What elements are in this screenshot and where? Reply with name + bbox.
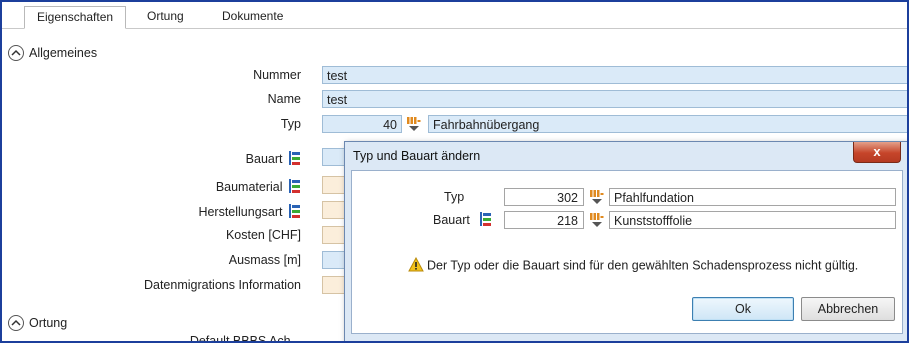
label-datenmigration: Datenmigrations Information: [143, 278, 301, 292]
name-field[interactable]: test: [322, 90, 907, 108]
dialog-bauart-name-field[interactable]: Kunststofffolie: [609, 211, 896, 229]
dialog-typ-code-field[interactable]: 302: [504, 188, 584, 206]
tree-icon[interactable]: [289, 203, 301, 222]
section-ortung-label: Ortung: [29, 316, 68, 330]
dialog-typ-label: Typ: [444, 190, 465, 204]
tree-icon[interactable]: [480, 211, 492, 230]
change-type-dialog: Typ und Bauart ändern x Typ 302 Pfahlfun…: [344, 141, 907, 341]
chevron-up-icon[interactable]: [8, 314, 24, 331]
label-herstellungsart: Herstellungsart: [198, 203, 301, 222]
label-bauart: Bauart: [246, 150, 301, 169]
label-typ: Typ: [280, 117, 301, 131]
section-allgemeines-label: Allgemeines: [29, 46, 98, 60]
properties-window: Eigenschaften Ortung Dokumente Allgemein…: [0, 0, 909, 343]
tree-icon[interactable]: [289, 178, 301, 197]
tab-eigenschaften[interactable]: Eigenschaften: [24, 6, 127, 29]
dialog-body: Typ 302 Pfahlfundation Bauart 218 Kunsts…: [351, 170, 903, 334]
label-default-bbbs: Default BBBS Ach...: [189, 334, 301, 343]
dialog-bauart-code-field[interactable]: 218: [504, 211, 584, 229]
tree-icon[interactable]: [289, 150, 301, 169]
ok-button[interactable]: Ok: [692, 297, 794, 321]
typ-code-field[interactable]: 40: [322, 115, 402, 133]
section-allgemeines-header[interactable]: Allgemeines: [8, 43, 97, 63]
warning-text: Der Typ oder die Bauart sind für den gew…: [427, 258, 859, 273]
close-icon: x: [873, 144, 881, 159]
tab-dokumente[interactable]: Dokumente: [210, 6, 295, 27]
label-name: Name: [267, 92, 301, 106]
cancel-button[interactable]: Abbrechen: [801, 297, 895, 321]
typ-name-field[interactable]: Fahrbahnübergang: [428, 115, 907, 133]
label-nummer: Nummer: [253, 68, 301, 82]
tab-bar: Eigenschaften Ortung Dokumente: [2, 2, 907, 29]
dropdown-picker-icon[interactable]: [589, 189, 605, 208]
dropdown-picker-icon[interactable]: [589, 212, 605, 231]
section-ortung-header[interactable]: Ortung: [8, 313, 67, 333]
chevron-up-icon[interactable]: [8, 44, 24, 61]
dropdown-picker-icon[interactable]: [406, 116, 422, 135]
label-kosten: Kosten [CHF]: [225, 228, 301, 242]
label-baumaterial: Baumaterial: [216, 178, 301, 197]
tab-ortung[interactable]: Ortung: [135, 6, 196, 27]
warning-icon: [408, 256, 424, 275]
validation-warning: Der Typ oder die Bauart sind für den gew…: [408, 256, 859, 275]
close-button[interactable]: x: [853, 142, 901, 163]
nummer-field[interactable]: test: [322, 66, 907, 84]
label-ausmass: Ausmass [m]: [228, 253, 301, 267]
dialog-title: Typ und Bauart ändern: [353, 149, 481, 163]
dialog-typ-name-field[interactable]: Pfahlfundation: [609, 188, 896, 206]
dialog-bauart-label: Bauart: [433, 213, 470, 227]
